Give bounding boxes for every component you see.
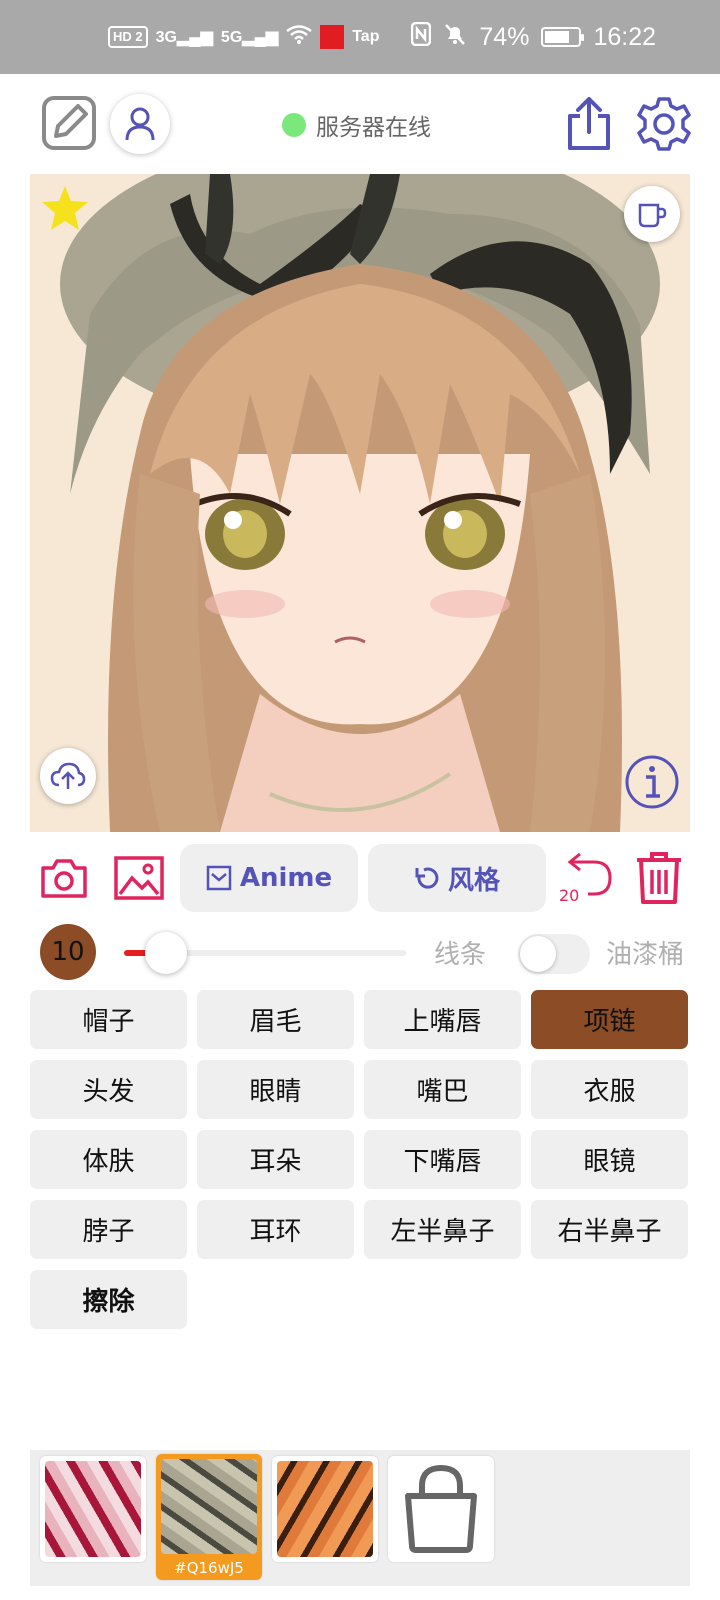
- cloud-upload-icon: [50, 762, 86, 789]
- undo-count: 20: [559, 886, 580, 905]
- app-header: 服务器在线: [0, 74, 720, 174]
- part-button[interactable]: 脖子: [30, 1200, 187, 1259]
- anime-portrait-image: [30, 174, 690, 832]
- line-mode-label: 线条: [434, 940, 487, 970]
- status-bar: HD 2 3G▂▄▆ 5G▂▄▆ Tap 74% 16:22: [0, 0, 720, 74]
- trash-icon[interactable]: [634, 850, 684, 906]
- cloud-upload-button[interactable]: [40, 748, 96, 804]
- part-button[interactable]: 衣服: [531, 1060, 688, 1119]
- bucket-toggle[interactable]: [518, 934, 590, 974]
- network-hd-badge: HD 2: [108, 26, 148, 48]
- texture-swatch-tiger[interactable]: [272, 1456, 378, 1562]
- tap-label: Tap: [352, 28, 380, 45]
- wifi-icon: [286, 24, 312, 50]
- signal-5g-icon: 5G▂▄▆: [220, 29, 279, 46]
- brush-size-badge: 10: [40, 924, 96, 980]
- status-bar-right: 74% 16:22: [411, 21, 656, 53]
- rotate-icon: [415, 867, 439, 889]
- texture-camo-preview: [161, 1459, 257, 1554]
- mute-bell-icon: [443, 22, 467, 53]
- part-button[interactable]: 项链: [531, 990, 688, 1049]
- nfc-icon: [411, 21, 432, 53]
- edit-icon[interactable]: [42, 96, 96, 150]
- anime-button[interactable]: Anime: [180, 844, 358, 912]
- texture-swatch-red[interactable]: [40, 1456, 146, 1562]
- mail-check-icon: [206, 865, 232, 891]
- toggle-knob: [520, 936, 556, 972]
- server-status: 服务器在线: [282, 108, 431, 142]
- tool-row: Anime 风格 20: [0, 842, 720, 914]
- signal-3g-icon: 3G▂▄▆: [155, 29, 213, 46]
- part-button[interactable]: 眼镜: [531, 1130, 688, 1189]
- selected-texture-label: #Q16wJ5: [174, 1559, 244, 1577]
- part-button[interactable]: 眉毛: [197, 990, 354, 1049]
- part-button[interactable]: 眼睛: [197, 1060, 354, 1119]
- favorite-star-icon[interactable]: [40, 184, 90, 234]
- part-button[interactable]: 上嘴唇: [364, 990, 521, 1049]
- battery-icon: [541, 27, 585, 47]
- signal-3g-label: 3G: [155, 29, 177, 46]
- clock: 16:22: [593, 22, 656, 51]
- part-button[interactable]: 耳朵: [197, 1130, 354, 1189]
- texture-tiger-preview: [277, 1461, 373, 1557]
- anime-button-label: Anime: [239, 863, 333, 893]
- coffee-cup-button[interactable]: [624, 186, 680, 242]
- part-button[interactable]: 嘴巴: [364, 1060, 521, 1119]
- share-icon[interactable]: [564, 96, 614, 152]
- part-button[interactable]: 右半鼻子: [531, 1200, 688, 1259]
- parts-grid: 帽子 眉毛 上嘴唇 项链头发 眼睛 嘴巴 衣服体肤 耳朵 下嘴唇 眼镜脖子 耳环 左半鼻子 右半鼻子擦除: [30, 990, 690, 1329]
- part-button[interactable]: 头发: [30, 1060, 187, 1119]
- texture-palette: #Q16wJ5: [30, 1450, 690, 1586]
- user-account-button[interactable]: [110, 94, 170, 154]
- user-icon: [125, 107, 155, 141]
- part-button[interactable]: 擦除: [30, 1270, 187, 1329]
- signal-5g-label: 5G: [220, 29, 243, 46]
- part-button[interactable]: 体肤: [30, 1130, 187, 1189]
- battery-percent: 74%: [479, 22, 530, 51]
- part-button[interactable]: 耳环: [197, 1200, 354, 1259]
- drawing-canvas[interactable]: [30, 174, 690, 832]
- info-icon[interactable]: [624, 754, 680, 810]
- app-notification-icon: [320, 25, 345, 49]
- texture-shop-button[interactable]: [388, 1456, 494, 1562]
- paint-bucket-label: 油漆桶: [606, 940, 685, 970]
- part-button[interactable]: 帽子: [30, 990, 187, 1049]
- style-button-label: 风格: [447, 865, 500, 896]
- gallery-icon[interactable]: [114, 856, 164, 900]
- texture-swatch-selected[interactable]: #Q16wJ5: [156, 1454, 262, 1580]
- part-button[interactable]: 左半鼻子: [364, 1200, 521, 1259]
- brush-settings-row: 10 线条 油漆桶: [0, 920, 720, 984]
- texture-red-preview: [45, 1461, 141, 1557]
- gear-icon[interactable]: [636, 96, 692, 152]
- battery-fill: [545, 31, 570, 43]
- slider-thumb[interactable]: [145, 932, 187, 974]
- part-button[interactable]: 下嘴唇: [364, 1130, 521, 1189]
- camera-icon[interactable]: [40, 856, 88, 900]
- status-dot: [282, 113, 306, 137]
- coffee-cup-icon: [638, 203, 667, 228]
- style-button[interactable]: 风格: [368, 844, 546, 912]
- server-status-text: 服务器在线: [316, 115, 431, 141]
- status-bar-left: HD 2 3G▂▄▆ 5G▂▄▆ Tap: [108, 24, 380, 50]
- shopping-bag-icon: [405, 1464, 477, 1553]
